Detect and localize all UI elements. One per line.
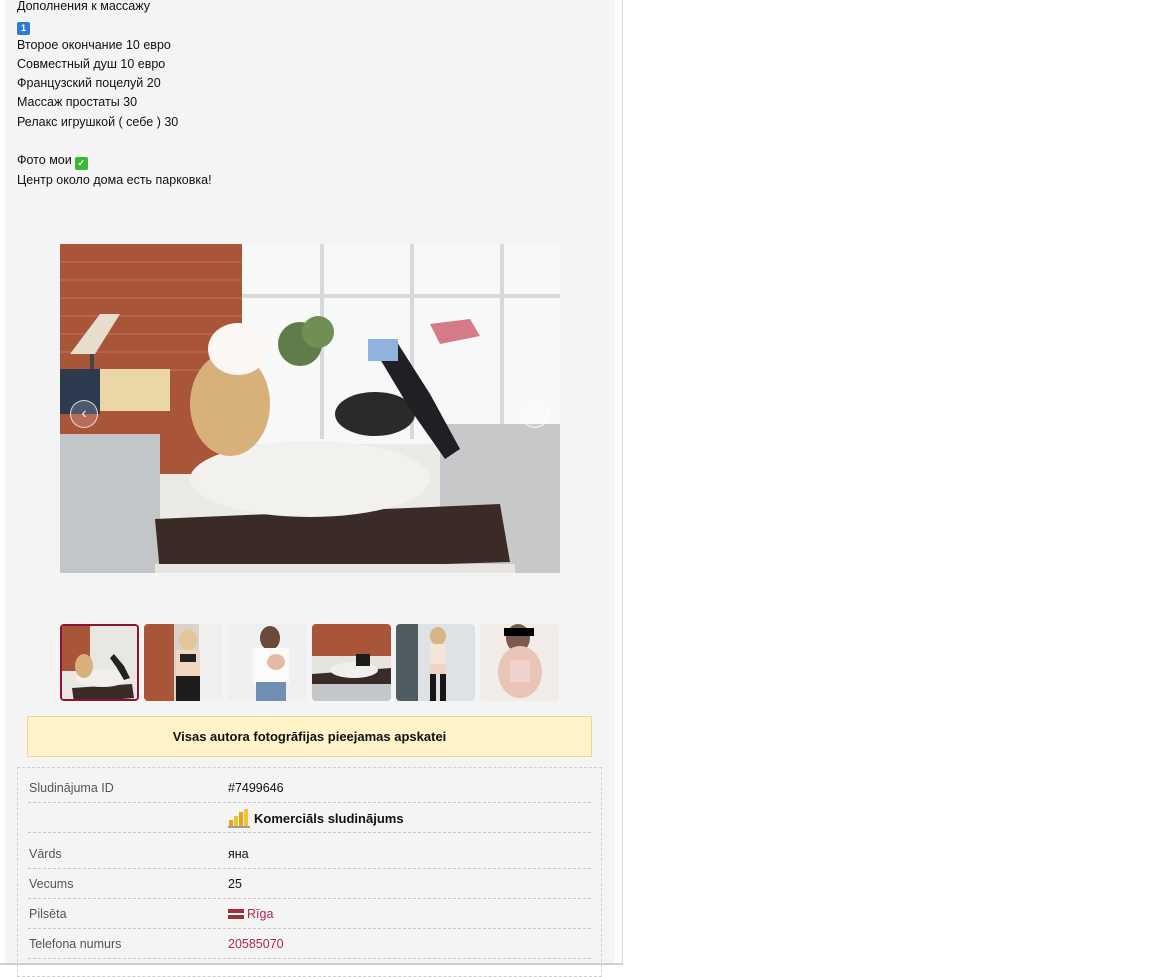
description-line	[17, 132, 597, 151]
thumbnail-photo-2[interactable]	[144, 624, 223, 701]
info-row-city: Pilsēta Rīga	[28, 898, 591, 929]
commercial-label: Komerciāls sludinājums	[254, 811, 404, 826]
check-mark-icon: ✓	[74, 157, 88, 171]
description-line: Релакс игрушкой ( себе ) 30	[17, 114, 179, 129]
photo-thumbnail-icon	[62, 626, 137, 699]
description-line: Второе окончание 10 евро	[17, 37, 171, 52]
info-label: Sludinājuma ID	[29, 781, 114, 795]
commercial-badge: Komerciāls sludinājums	[228, 808, 404, 828]
city-value: Rīga	[228, 907, 273, 921]
page: Дополнения к массажу 1 Второе окончание …	[0, 0, 623, 977]
city-link[interactable]: Rīga	[247, 907, 273, 921]
thumbnail-photo-3[interactable]	[228, 624, 307, 701]
info-row-id: Sludinājuma ID #7499646	[28, 772, 591, 803]
thumbnail-photo-1[interactable]	[60, 624, 139, 701]
photo-thumbnail-icon	[228, 624, 307, 701]
description-line: Массаж простаты 30	[17, 95, 138, 110]
thumbnail-photo-5[interactable]	[396, 624, 475, 701]
listing-description: Дополнения к массажу 1 Второе окончание …	[17, 0, 597, 190]
listing-info-table: Sludinājuma ID #7499646 Komerciāls sludi…	[17, 767, 602, 977]
description-photos-text: Фото мои	[17, 153, 72, 168]
gallery-prev-button[interactable]: ‹	[70, 400, 98, 428]
coins-chart-icon	[228, 809, 250, 828]
info-row-phone: Telefona numurs 20585070	[28, 928, 591, 959]
info-label: Pilsēta	[29, 907, 67, 921]
description-line: Дополнения к массажу	[17, 0, 150, 13]
main-photo-image	[60, 244, 560, 573]
main-photo[interactable]: ‹ ›	[60, 244, 560, 573]
description-line: 1	[17, 16, 597, 36]
description-line: Французский поцелуй 20	[17, 76, 161, 91]
latvia-flag-icon	[228, 909, 244, 919]
photos-available-notice: Visas autora fotogrāfijas pieejamas apsk…	[27, 716, 592, 757]
keycap-one-icon: 1	[17, 22, 30, 36]
age-value: 25	[228, 877, 242, 891]
thumbnail-photo-6[interactable]	[480, 624, 559, 701]
photo-thumbnail-icon	[480, 624, 559, 701]
description-line: Центр около дома есть парковка!	[17, 172, 212, 187]
description-line: Совместный душ 10 евро	[17, 56, 166, 71]
description-line: Фото мои ✓	[17, 151, 597, 171]
info-label: Vecums	[29, 877, 74, 891]
phone-value: 20585070	[228, 937, 284, 951]
photo-thumbnail-icon	[312, 624, 391, 701]
thumbnail-photo-4[interactable]	[312, 624, 391, 701]
photo-thumbnail-icon	[144, 624, 223, 701]
phone-link[interactable]: 20585070	[228, 937, 284, 951]
info-row-age: Vecums 25	[28, 868, 591, 899]
listing-id-value: #7499646	[228, 781, 284, 795]
gallery-next-button[interactable]: ›	[521, 400, 549, 428]
info-label: Telefona numurs	[29, 937, 122, 951]
info-row-name: Vārds яна	[28, 838, 591, 869]
info-label: Vārds	[29, 847, 62, 861]
thumbnail-strip	[60, 624, 560, 702]
info-row-commercial: Komerciāls sludinājums	[28, 802, 591, 833]
name-value: яна	[228, 847, 249, 861]
photo-thumbnail-icon	[396, 624, 475, 701]
listing-column: Дополнения к массажу 1 Второе окончание …	[5, 0, 615, 977]
